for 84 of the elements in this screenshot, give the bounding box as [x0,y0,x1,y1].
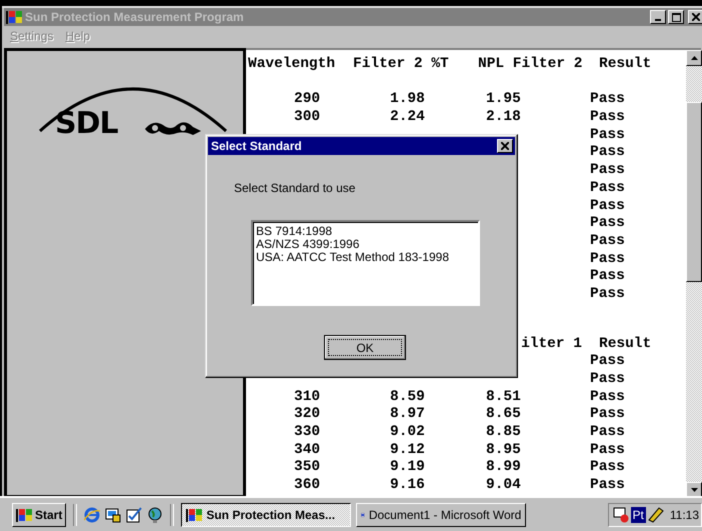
table-cell-text: 310 [293,388,322,406]
table-cell-text: 300 [293,109,322,127]
maximize-button[interactable] [668,10,684,24]
standard-list[interactable]: BS 7914:1998 AS/NZS 4399:1996 USA: AATCC Test Method 183-1998 [251,220,480,306]
table-cell-text: 1.98 [389,91,426,110]
table-cell-text: 1.95 [485,91,522,110]
table-cell-text: Pass [590,126,626,144]
table-cell-text: Pass [590,198,626,216]
maximize-icon [672,12,680,22]
table-cell-text: 8.99 [485,459,522,478]
desktop-icon[interactable] [105,506,122,522]
table-cell-text: 2.24 [389,109,426,127]
column-header: ilter 1 [520,336,583,354]
table-cell-text: Pass [590,424,626,442]
close-button[interactable] [497,139,513,153]
scroll-up-button[interactable] [686,50,702,66]
table-cell-text: Pass [590,406,626,424]
start-button[interactable]: Start [12,502,66,526]
table-cell-text: Pass [590,442,626,460]
table-cell-text: 350 [293,459,322,478]
table-cell-text: Pass [590,286,626,304]
list-item[interactable]: BS 7914:1998 [256,225,478,238]
flag-icon [6,10,22,24]
table-cell-text: Pass [590,353,626,372]
table-cell-text: Pass [590,459,626,478]
table-cell-text: 290 [293,91,322,110]
close-button[interactable] [688,10,702,24]
scroll-thumb[interactable] [686,102,702,282]
table-cell-text: 8.59 [389,388,426,406]
taskbar-button[interactable]: Document1 - Microsoft Word [356,502,526,526]
table-cell-text: 8.85 [485,424,522,442]
table-cell-text: 9.19 [389,459,426,478]
table-cell-text: 340 [293,442,322,460]
table-cell-text: Pass [590,477,626,495]
table-cell-text: Pass [590,91,626,110]
table-cell-text: 9.12 [389,442,426,460]
list-item[interactable]: AS/NZS 4399:1996 [256,238,478,251]
column-header: Filter 2 %T [353,56,450,74]
column-header: Result [598,56,652,74]
clock: 11:13 [670,508,699,522]
window-title: Sun Protection Measurement Program [25,10,244,24]
table-cell-text: Pass [590,268,626,286]
table-cell-text: Pass [590,215,626,233]
table-cell-text: 330 [293,424,322,442]
logo-text: SDL [55,109,118,139]
browser-icon[interactable] [84,506,100,522]
close-icon [501,142,509,150]
minimize-button[interactable] [650,10,666,24]
flag-icon [16,508,32,522]
flag-icon [186,508,202,522]
table-cell-text: 8.65 [485,406,522,424]
up-arrow-icon [690,56,698,60]
table-cell-text: 8.51 [485,388,522,406]
ok-button[interactable]: OK [324,335,406,360]
down-arrow-icon [690,488,698,492]
monitor-icon[interactable] [612,506,629,522]
table-cell-text: Pass [590,180,626,198]
table-cell-text: 9.16 [389,477,426,495]
table-cell-text: 9.04 [485,477,522,495]
table-cell-text: Pass [590,250,626,268]
table-cell-text: Pass [590,162,626,180]
language-indicator[interactable]: Pt [630,506,646,522]
pen-icon[interactable] [648,506,664,522]
close-icon [692,13,700,21]
table-cell-text: 2.18 [485,109,522,127]
table-cell-text: 8.95 [485,442,522,460]
dialog-title: Select Standard [211,139,302,153]
table-cell-text: 8.97 [389,406,426,424]
prompt-text: Select Standard to use [234,181,356,195]
table-cell-text: Pass [590,371,626,389]
table-cell-text: Pass [590,388,626,406]
table-cell-text: Pass [590,109,626,127]
taskbar-button[interactable]: Sun Protection Meas... [181,502,352,526]
table-cell-text: 320 [293,406,322,424]
column-header: Wavelength [248,56,336,74]
table-cell-text: Pass [590,144,626,162]
checklist-icon[interactable] [126,506,142,522]
table-cell-text: 9.02 [389,424,426,442]
table-cell-text: 360 [293,477,322,495]
scrollbar[interactable] [686,50,702,498]
column-header: NPL Filter 2 [478,56,584,74]
column-header: Result [598,336,652,354]
list-item[interactable]: USA: AATCC Test Method 183-1998 [256,251,478,264]
table-cell-text: Pass [590,232,626,251]
